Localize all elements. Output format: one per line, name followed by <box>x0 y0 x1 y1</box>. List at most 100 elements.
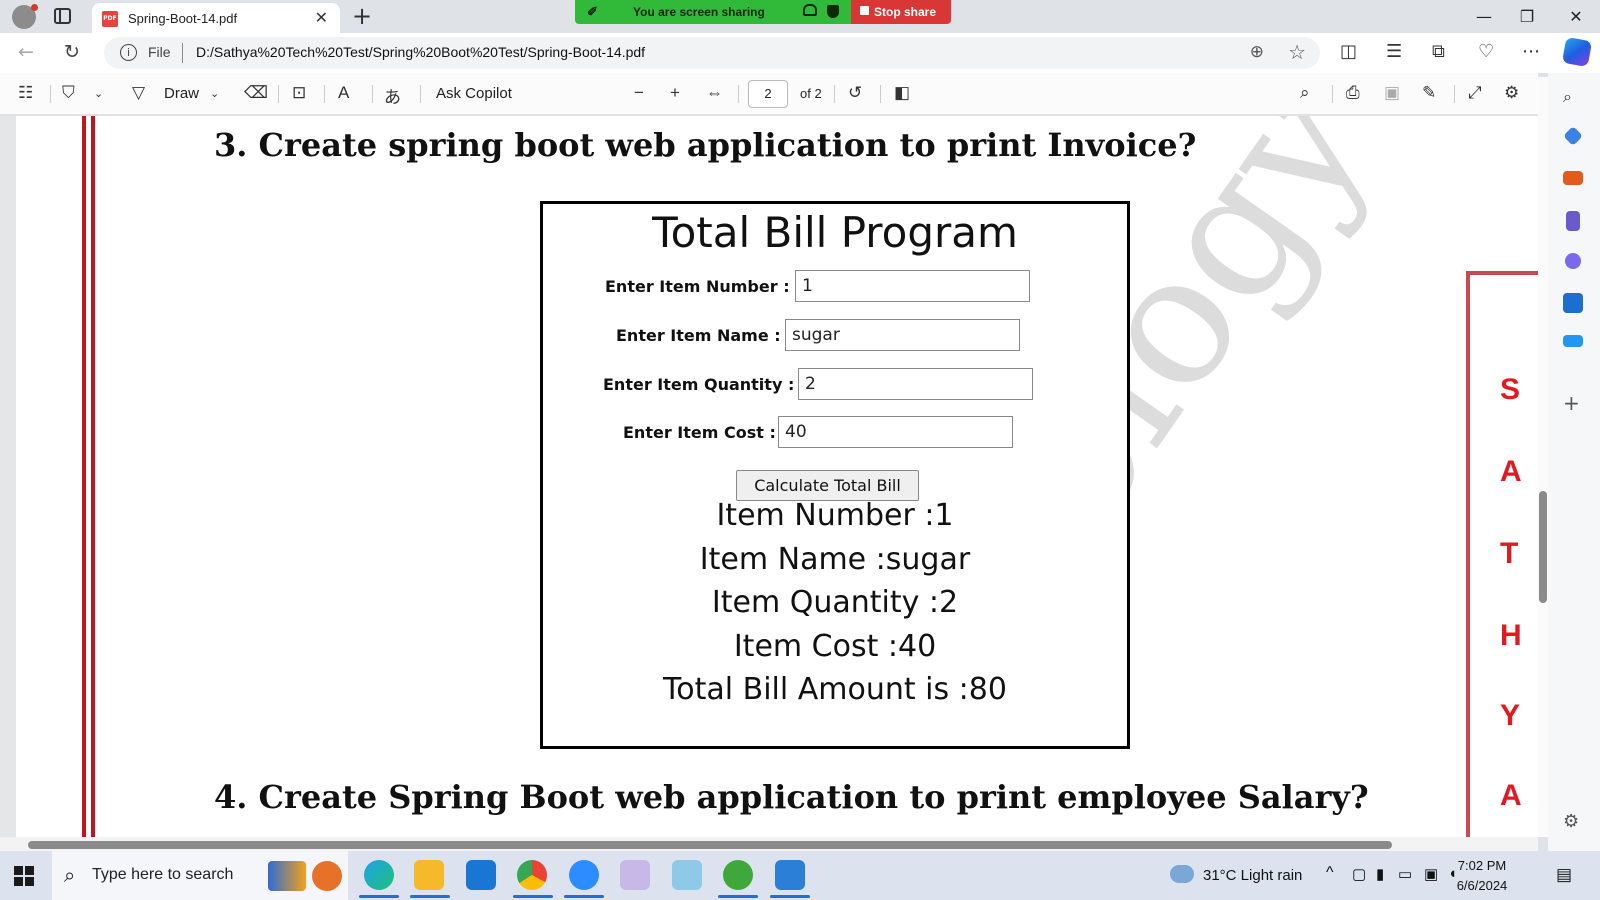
more-icon[interactable]: ⋯ <box>1522 41 1540 62</box>
copilot-icon[interactable] <box>1561 36 1593 68</box>
taskbar-search[interactable]: ⌕ Type here to search <box>52 851 348 900</box>
favorite-star-icon[interactable]: ☆ <box>1288 40 1306 64</box>
windows-start-icon[interactable] <box>14 866 34 886</box>
eraser-icon[interactable]: ⌫ <box>244 83 268 103</box>
chevron-down-icon[interactable]: ⌄ <box>210 87 219 100</box>
add-sidebar-icon[interactable]: + <box>1563 391 1583 415</box>
network-icon[interactable]: ▣ <box>1424 865 1438 883</box>
sidebar-search-icon[interactable]: ⌕ <box>1563 87 1583 107</box>
vscode-icon[interactable] <box>775 860 805 890</box>
news-widget-icon[interactable] <box>268 861 306 891</box>
result-item-cost: Item Cost :40 <box>733 629 937 664</box>
weather-icon[interactable] <box>1170 865 1194 883</box>
close-tab-icon[interactable]: ✕ <box>315 8 328 27</box>
clock[interactable]: 7:02 PM 6/6/2024 <box>1442 856 1522 896</box>
shopping-icon[interactable] <box>1563 126 1583 146</box>
text-box-icon[interactable]: ⊡ <box>292 83 306 103</box>
zoom-icon[interactable] <box>569 860 599 890</box>
side-banner: S A T H Y A <box>1466 271 1538 837</box>
document-viewport[interactable]: ology 3. Create spring boot web applicat… <box>0 116 1538 837</box>
notifications-icon[interactable]: ▤ <box>1556 865 1572 885</box>
active-indicator <box>513 895 553 898</box>
url-box[interactable]: i File D:/Sathya%20Tech%20Test/Spring%20… <box>104 37 1320 69</box>
item-number-input[interactable]: 1 <box>795 270 1030 302</box>
favorites-icon[interactable]: ☰ <box>1386 41 1402 62</box>
tab-pdf[interactable]: PDF Spring-Boot-14.pdf ✕ <box>92 3 340 34</box>
minimize-button[interactable]: — <box>1464 4 1504 30</box>
save-icon[interactable]: ▣ <box>1384 83 1400 103</box>
back-icon[interactable]: ← <box>18 41 34 63</box>
settings-icon[interactable]: ⚙ <box>1504 83 1519 103</box>
refresh-icon[interactable]: ↻ <box>64 41 80 63</box>
mail-icon[interactable] <box>466 860 496 890</box>
sidebar-settings-icon[interactable]: ⚙ <box>1563 811 1583 832</box>
fullscreen-icon[interactable]: ⤢ <box>1468 83 1482 103</box>
tools-icon[interactable] <box>1563 171 1583 185</box>
show-hidden-icons-icon[interactable]: ^ <box>1326 864 1334 882</box>
draw-icon[interactable]: ▽ <box>132 83 145 103</box>
zoom-out-icon[interactable]: − <box>634 83 644 103</box>
camera-icon[interactable]: ▢ <box>1352 865 1366 883</box>
ask-copilot-button[interactable]: Ask Copilot <box>436 85 512 102</box>
vertical-scroll-thumb[interactable] <box>1539 491 1547 603</box>
basketball-icon[interactable] <box>312 861 342 891</box>
page-number-input[interactable]: 2 <box>748 80 788 108</box>
zoom-in-icon[interactable]: + <box>670 83 680 103</box>
file-explorer-icon[interactable] <box>414 860 444 890</box>
item-quantity-input[interactable]: 2 <box>798 368 1033 400</box>
outlook-icon[interactable] <box>1563 293 1583 313</box>
toolbar-divider <box>1454 85 1455 103</box>
search-placeholder: Type here to search <box>92 866 234 883</box>
active-indicator <box>718 895 758 898</box>
toolbar-divider <box>50 85 51 103</box>
battery-icon[interactable]: ▭ <box>1398 865 1412 883</box>
restore-button[interactable]: ❐ <box>1507 4 1547 30</box>
paint-icon[interactable] <box>620 860 650 890</box>
page-view-icon[interactable]: ◧ <box>894 83 910 103</box>
highlight-icon[interactable]: ⛉ <box>62 83 75 103</box>
draw-label[interactable]: Draw <box>164 85 199 102</box>
tab-actions-icon[interactable] <box>54 8 71 24</box>
zoom-icon[interactable]: ⊕ <box>1250 42 1264 62</box>
chevron-down-icon[interactable]: ⌄ <box>94 87 103 100</box>
notepad-icon[interactable] <box>672 860 702 890</box>
copilot-apps-icon[interactable] <box>1565 253 1581 269</box>
print-icon[interactable]: ⎙ <box>1346 83 1360 103</box>
save-as-icon[interactable]: ✎ <box>1422 83 1436 103</box>
toolbar-divider <box>420 85 421 103</box>
pdf-toolbar: ☷ ⛉ ⌄ ▽ Draw ⌄ ⌫ ⊡ A あ Ask Copilot − + ⇔… <box>0 73 1538 115</box>
pdf-icon: PDF <box>102 11 118 27</box>
new-tab-button[interactable]: + <box>352 2 372 30</box>
spring-tool-icon[interactable] <box>723 860 753 890</box>
translate-icon[interactable]: あ <box>384 83 401 108</box>
contents-icon[interactable]: ☷ <box>18 83 33 103</box>
split-screen-icon[interactable]: ◫ <box>1340 41 1357 62</box>
calculate-total-bill-button[interactable]: Calculate Total Bill <box>736 470 919 501</box>
horizontal-scrollbar[interactable] <box>0 837 1538 851</box>
browser-essentials-icon[interactable]: ♡ <box>1478 41 1494 62</box>
url-scheme: File <box>148 44 171 60</box>
fit-page-icon[interactable]: ⇔ <box>706 83 723 103</box>
toolbar-divider <box>324 85 325 103</box>
url-text[interactable]: D:/Sathya%20Tech%20Test/Spring%20Boot%20… <box>196 44 645 60</box>
stop-share-button[interactable]: Stop share <box>851 0 951 24</box>
info-icon[interactable]: i <box>120 44 137 61</box>
item-cost-input[interactable]: 40 <box>778 416 1013 448</box>
search-icon[interactable]: ⌕ <box>1300 83 1310 103</box>
weather-text[interactable]: 31°C Light rain <box>1203 867 1302 884</box>
profile-icon[interactable] <box>12 4 38 29</box>
collections-icon[interactable]: ⧉ <box>1432 41 1445 62</box>
item-name-input[interactable]: sugar <box>785 319 1020 351</box>
games-icon[interactable] <box>1566 211 1580 231</box>
vertical-scrollbar[interactable] <box>1538 77 1548 837</box>
page-count: of 2 <box>800 86 822 101</box>
toolbar-divider <box>738 85 739 103</box>
send-icon[interactable] <box>1563 335 1583 347</box>
read-aloud-icon[interactable]: A <box>338 83 349 103</box>
close-window-button[interactable]: ✕ <box>1556 4 1596 30</box>
horizontal-scroll-thumb[interactable] <box>28 841 1392 849</box>
microphone-icon[interactable]: ▮ <box>1376 865 1384 883</box>
rotate-icon[interactable]: ↺ <box>848 83 862 103</box>
chrome-icon[interactable] <box>517 860 547 890</box>
edge-app-icon[interactable] <box>364 860 394 890</box>
